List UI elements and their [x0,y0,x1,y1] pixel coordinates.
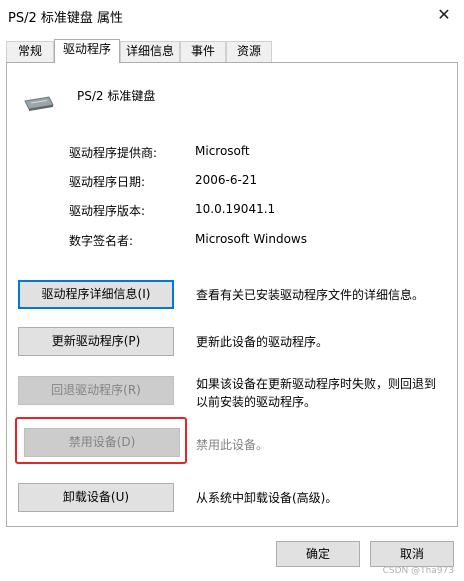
tab-resources[interactable]: 资源 [226,41,272,62]
tab-driver[interactable]: 驱动程序 [54,39,120,63]
uninstall-device-description: 从系统中卸载设备(高级)。 [196,491,338,505]
cancel-button[interactable]: 取消 [370,541,454,567]
tab-general[interactable]: 常规 [6,41,54,62]
window-title: PS/2 标准键盘 属性 [8,11,124,26]
driver-details-description: 查看有关已安装驱动程序文件的详细信息。 [196,288,425,302]
rollback-driver-description: 如果该设备在更新驱动程序时失败，则回退到以前安装的驱动程序。 [196,377,437,409]
update-driver-description: 更新此设备的驱动程序。 [196,335,329,349]
update-driver-button[interactable]: 更新驱动程序(P) [18,327,174,356]
disable-device-description: 禁用此设备。 [196,438,269,452]
date-label: 驱动程序日期: [69,175,146,189]
tab-details[interactable]: 详细信息 [120,41,180,62]
version-label: 驱动程序版本: [69,204,146,218]
watermark: CSDN @Tha973 [382,566,454,576]
driver-details-button[interactable]: 驱动程序详细信息(I) [18,280,174,309]
signer-label: 数字签名者: [69,234,134,248]
rollback-driver-button[interactable]: 回退驱动程序(R) [18,376,174,405]
close-icon[interactable]: ✕ [430,3,458,27]
provider-label: 驱动程序提供商: [69,146,158,160]
provider-value: Microsoft [195,144,250,158]
ok-button[interactable]: 确定 [276,541,360,567]
title-bar: PS/2 标准键盘 属性 ✕ [0,0,464,32]
disable-device-button[interactable]: 禁用设备(D) [24,428,180,457]
keyboard-icon [24,96,54,111]
signer-value: Microsoft Windows [195,232,307,246]
device-name: PS/2 标准键盘 [77,89,156,103]
version-value: 10.0.19041.1 [195,202,276,216]
uninstall-device-button[interactable]: 卸载设备(U) [18,483,174,512]
tab-events[interactable]: 事件 [180,41,226,62]
date-value: 2006-6-21 [195,173,258,187]
